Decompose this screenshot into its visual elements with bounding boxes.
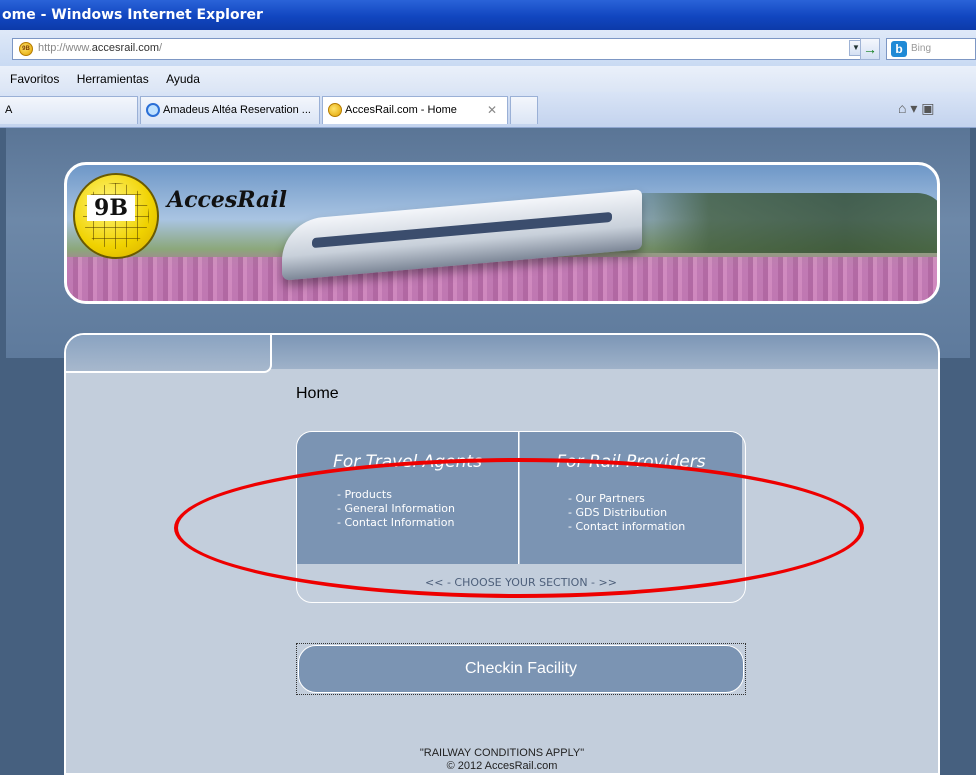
footer: "RAILWAY CONDITIONS APPLY" © 2012 AccesR… (66, 747, 938, 773)
flower-field-decoration (67, 257, 937, 301)
menu-item-herramientas[interactable]: Herramientas (77, 72, 149, 86)
section-links: - Products - General Information - Conta… (337, 488, 455, 530)
logo-name: AccesRail (167, 187, 288, 213)
section-title[interactable]: For Rail Providers (520, 452, 742, 472)
content-panel: Home For Travel Agents - Products - Gene… (64, 333, 940, 775)
link-contact-information[interactable]: - Contact Information (337, 516, 455, 530)
menu-item-ayuda[interactable]: Ayuda (166, 72, 200, 86)
window-title: ome - Windows Internet Explorer (2, 7, 263, 23)
tab-accesrail-home[interactable]: AccesRail.com - Home ✕ (322, 96, 508, 124)
page-title: Home (296, 385, 339, 402)
tab-partial[interactable]: A (0, 96, 138, 124)
page-viewport: 9B AccesRail Home For Travel Agents - Pr… (0, 128, 976, 775)
section-rail-providers[interactable]: For Rail Providers - Our Partners - GDS … (520, 432, 742, 564)
choose-section-label: << - CHOOSE YOUR SECTION - >> (425, 576, 617, 589)
checkin-focus-outline: Checkin Facility (296, 643, 746, 695)
panel-tab (66, 335, 272, 373)
checkin-facility-button[interactable]: Checkin Facility (298, 645, 744, 693)
section-chooser: For Travel Agents - Products - General I… (296, 431, 746, 603)
section-travel-agents[interactable]: For Travel Agents - Products - General I… (297, 432, 519, 564)
menu-bar: Favoritos Herramientas Ayuda (0, 66, 976, 92)
bing-logo-icon: b (891, 41, 907, 57)
tab-amadeus[interactable]: Amadeus Altéa Reservation ... (140, 96, 320, 124)
address-input[interactable]: 9B http://www.accesrail.com/ ▼ (12, 38, 863, 60)
search-input[interactable]: b Bing (886, 38, 976, 60)
go-arrow-icon[interactable]: → (860, 38, 880, 60)
section-title[interactable]: For Travel Agents (297, 452, 518, 472)
menu-item-favoritos[interactable]: Favoritos (10, 72, 59, 86)
ie-icon (146, 103, 160, 117)
close-tab-icon[interactable]: ✕ (487, 97, 497, 123)
address-url: http://www.accesrail.com/ (38, 42, 163, 54)
tab-bar: A Amadeus Altéa Reservation ... AccesRai… (0, 92, 976, 128)
tab-label: AccesRail.com - Home (345, 104, 457, 116)
window-title-bar: ome - Windows Internet Explorer (0, 0, 976, 30)
trees-decoration (607, 193, 937, 253)
home-icon[interactable]: ⌂ (898, 100, 906, 116)
link-gds-distribution[interactable]: - GDS Distribution (568, 506, 685, 520)
footer-copyright: © 2012 AccesRail.com (446, 760, 558, 772)
link-products[interactable]: - Products (337, 488, 455, 502)
site-favicon-icon (328, 103, 342, 117)
link-general-information[interactable]: - General Information (337, 502, 455, 516)
link-our-partners[interactable]: - Our Partners (568, 492, 685, 506)
section-links: - Our Partners - GDS Distribution - Cont… (568, 492, 685, 534)
address-bar-row: 9B http://www.accesrail.com/ ▼ → b Bing (0, 30, 976, 66)
site-banner: 9B AccesRail (64, 162, 940, 304)
link-contact-information[interactable]: - Contact information (568, 520, 685, 534)
feeds-icon[interactable]: ▣ (921, 100, 934, 116)
new-tab-button[interactable] (510, 96, 538, 124)
toolbar-icons: ⌂ ▾ ▣ (898, 100, 935, 116)
footer-conditions: "RAILWAY CONDITIONS APPLY" (419, 747, 585, 759)
tab-label: Amadeus Altéa Reservation ... (163, 104, 311, 116)
site-favicon-icon: 9B (19, 42, 33, 56)
search-placeholder: Bing (911, 43, 932, 54)
tab-label: A (5, 104, 13, 116)
logo-mark: 9B (87, 195, 135, 221)
